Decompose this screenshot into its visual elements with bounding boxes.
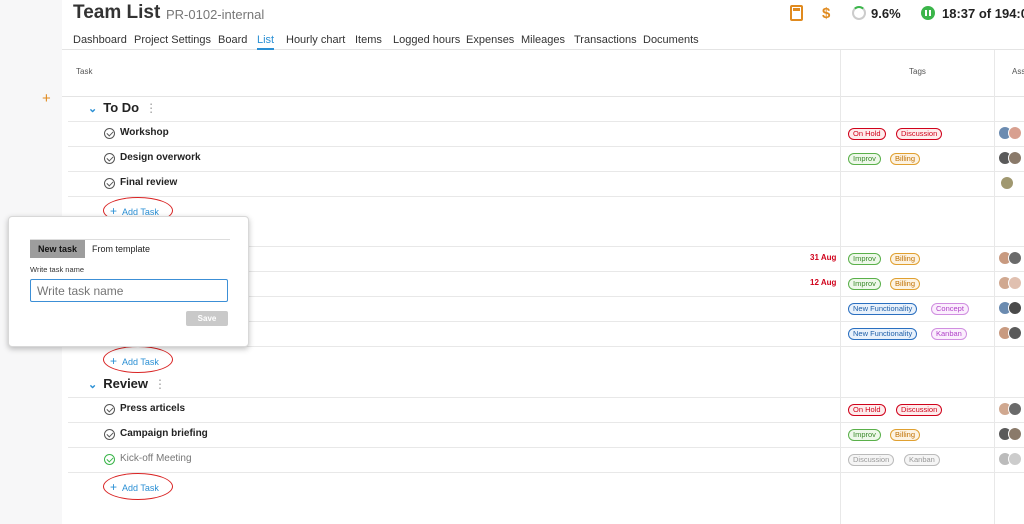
tag-new-functionality[interactable]: New Functionality bbox=[848, 328, 918, 340]
tag-on-hold[interactable]: On Hold bbox=[848, 404, 886, 416]
calculator-icon[interactable] bbox=[790, 5, 803, 21]
avatar[interactable] bbox=[1008, 151, 1022, 165]
project-code: PR-0102-internal bbox=[166, 7, 265, 22]
task-row-final-review[interactable]: Final review bbox=[68, 171, 1024, 196]
task-check-icon[interactable] bbox=[104, 178, 115, 189]
task-name: Campaign briefing bbox=[120, 428, 208, 439]
tag-billing[interactable]: Billing bbox=[890, 278, 921, 290]
header: Team List PR-0102-internal $ 9.6% 18:37 … bbox=[62, 0, 1024, 30]
highlight-annotation bbox=[103, 473, 173, 500]
add-task-row: + Add Task bbox=[68, 472, 1024, 502]
dollar-icon[interactable]: $ bbox=[822, 5, 830, 22]
save-button[interactable]: Save bbox=[186, 311, 228, 326]
task-done-icon[interactable] bbox=[104, 454, 115, 465]
tab-logged-hours[interactable]: Logged hours bbox=[393, 34, 460, 46]
group-header-review[interactable]: ⌄ Review ⋮ bbox=[88, 376, 166, 391]
due-date: 31 Aug bbox=[810, 253, 837, 262]
tab-transactions[interactable]: Transactions bbox=[574, 34, 637, 46]
time-tracked: 18:37 of 194:00 bbox=[942, 6, 1024, 21]
tag-concept[interactable]: Concept bbox=[931, 303, 969, 315]
task-name-label: Write task name bbox=[30, 265, 85, 274]
app-window: + Team List PR-0102-internal $ 9.6% 18:3… bbox=[0, 0, 1024, 524]
task-check-icon[interactable] bbox=[104, 153, 115, 164]
task-check-icon[interactable] bbox=[104, 128, 115, 139]
group-name: To Do bbox=[103, 100, 140, 115]
avatar[interactable] bbox=[1008, 301, 1022, 315]
task-check-icon[interactable] bbox=[104, 429, 115, 440]
assignee-column-label: Ass bbox=[1012, 67, 1024, 76]
progress-value: 9.6% bbox=[871, 6, 901, 21]
group-header-todo[interactable]: ⌄ To Do ⋮ bbox=[88, 100, 157, 115]
task-column-header: Task bbox=[62, 50, 840, 97]
more-vert-icon[interactable]: ⋮ bbox=[154, 377, 166, 391]
task-row-campaign-briefing[interactable]: Campaign briefing Improv Billing bbox=[68, 422, 1024, 447]
task-check-icon[interactable] bbox=[104, 404, 115, 415]
task-name: Final review bbox=[120, 177, 178, 188]
chevron-down-icon[interactable]: ⌄ bbox=[88, 103, 97, 115]
tag-improv[interactable]: Improv bbox=[848, 153, 881, 165]
tab-board[interactable]: Board bbox=[218, 34, 247, 46]
tag-discussion[interactable]: Discussion bbox=[848, 454, 895, 466]
popup-tabs: New task From template bbox=[30, 239, 230, 258]
tab-new-task[interactable]: New task bbox=[30, 240, 86, 258]
tab-documents[interactable]: Documents bbox=[643, 34, 699, 46]
add-task-row: + Add Task bbox=[68, 346, 1024, 373]
task-name: Press articels bbox=[120, 403, 186, 414]
tag-kanban[interactable]: Kanban bbox=[904, 454, 940, 466]
chevron-down-icon[interactable]: ⌄ bbox=[88, 379, 97, 391]
avatar[interactable] bbox=[1008, 126, 1022, 140]
tag-improv[interactable]: Improv bbox=[848, 278, 881, 290]
tag-billing[interactable]: Billing bbox=[890, 253, 921, 265]
tag-discussion[interactable]: Discussion bbox=[896, 404, 943, 416]
project-tabs: Dashboard Project Settings Board List Ho… bbox=[62, 31, 1024, 50]
more-vert-icon[interactable]: ⋮ bbox=[145, 101, 157, 115]
add-group-icon[interactable]: + bbox=[42, 91, 51, 106]
tag-improv[interactable]: Improv bbox=[848, 429, 881, 441]
task-row-kickoff-meeting[interactable]: Kick-off Meeting Discussion Kanban bbox=[68, 447, 1024, 472]
avatar[interactable] bbox=[1008, 251, 1022, 265]
task-name: Design overwork bbox=[120, 152, 201, 163]
task-name: Workshop bbox=[120, 127, 169, 138]
avatar[interactable] bbox=[1000, 176, 1014, 190]
tab-hourly-chart[interactable]: Hourly chart bbox=[286, 34, 345, 46]
group-name: Review bbox=[103, 376, 149, 391]
tab-list[interactable]: List bbox=[257, 34, 275, 50]
tab-project-settings[interactable]: Project Settings bbox=[134, 34, 211, 46]
task-row-press-articels[interactable]: Press articels On Hold Discussion bbox=[68, 397, 1024, 422]
due-date: 12 Aug bbox=[810, 278, 837, 287]
tab-mileages[interactable]: Mileages bbox=[521, 34, 565, 46]
avatar[interactable] bbox=[1008, 402, 1022, 416]
tag-billing[interactable]: Billing bbox=[890, 153, 921, 165]
avatar[interactable] bbox=[1008, 326, 1022, 340]
tag-improv[interactable]: Improv bbox=[848, 253, 881, 265]
highlight-annotation bbox=[103, 346, 173, 373]
avatar[interactable] bbox=[1008, 276, 1022, 290]
progress-ring-icon bbox=[852, 6, 866, 20]
tab-from-template[interactable]: From template bbox=[84, 240, 158, 258]
assignee-column-header: Ass bbox=[994, 50, 1024, 97]
timer-pause-icon[interactable] bbox=[921, 6, 935, 20]
avatar[interactable] bbox=[1008, 427, 1022, 441]
tag-billing[interactable]: Billing bbox=[890, 429, 921, 441]
task-name: Kick-off Meeting bbox=[120, 453, 192, 464]
tags-column-label: Tags bbox=[909, 67, 926, 76]
avatar[interactable] bbox=[1008, 452, 1022, 466]
tags-column-header: Tags bbox=[840, 50, 994, 97]
new-task-popup: New task From template Write task name S… bbox=[8, 216, 249, 347]
tag-kanban[interactable]: Kanban bbox=[931, 328, 967, 340]
tab-expenses[interactable]: Expenses bbox=[466, 34, 514, 46]
task-row-design-overwork[interactable]: Design overwork Improv Billing bbox=[68, 146, 1024, 171]
tab-items[interactable]: Items bbox=[355, 34, 382, 46]
tag-new-functionality[interactable]: New Functionality bbox=[848, 303, 918, 315]
tab-dashboard[interactable]: Dashboard bbox=[73, 34, 127, 46]
tag-discussion[interactable]: Discussion bbox=[896, 128, 943, 140]
task-name-input[interactable] bbox=[30, 279, 228, 302]
task-row-workshop[interactable]: Workshop On Hold Discussion bbox=[68, 121, 1024, 146]
tag-on-hold[interactable]: On Hold bbox=[848, 128, 886, 140]
page-title: Team List bbox=[73, 2, 161, 23]
task-column-label: Task bbox=[76, 67, 93, 76]
